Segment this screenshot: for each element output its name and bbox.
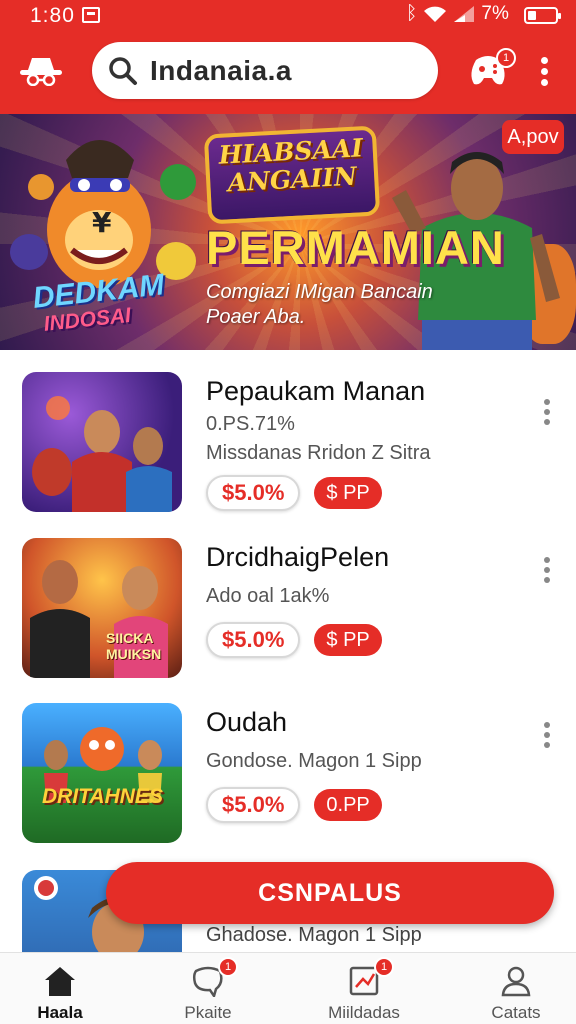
game-list-item[interactable]: DRITAHNES Oudah Gondose. Magon 1 Sipp $5… <box>0 703 576 853</box>
game-thumbnail[interactable]: SIICKA MUIKSN <box>22 538 182 678</box>
game-title: Oudah <box>206 707 288 737</box>
nav-item-tasks[interactable]: 1 Miildadas <box>304 953 424 1024</box>
play-tag-button[interactable]: $ PP <box>314 624 382 656</box>
primary-action-button[interactable]: CSNPALUS <box>106 862 554 924</box>
nav-item-chat[interactable]: 1 Pkaite <box>148 953 268 1024</box>
nav-label: Miildadas <box>328 1003 400 1022</box>
gamepad-button[interactable]: 1 <box>468 48 516 88</box>
game-list-item[interactable]: Pepaukam Manan 0.PS.71% Missdanas Rridon… <box>0 372 576 522</box>
wifi-icon <box>424 6 447 22</box>
game-title: DrcidhaigPelen <box>206 542 390 572</box>
nav-label: Haala <box>37 1003 83 1022</box>
play-tag-button[interactable]: $ PP <box>314 477 382 509</box>
thumbnail-text: DRITAHNES <box>42 785 163 808</box>
app-header: 1:80 ᛒ 7% Indanaia.a 1 <box>0 0 576 114</box>
nav-label: Pkaite <box>184 1003 232 1022</box>
incognito-hat-icon[interactable] <box>20 56 62 86</box>
search-input[interactable]: Indanaia.a <box>150 55 292 87</box>
game-description: Missdanas Rridon Z Sitra <box>206 442 431 464</box>
game-meta: 0.PS.71% <box>206 413 295 435</box>
candy-decoration <box>10 234 48 270</box>
more-options-icon[interactable] <box>540 719 554 753</box>
battery-percent: 7% <box>481 3 509 24</box>
banner-badge[interactable]: A,pov <box>502 120 564 154</box>
game-info: Ghadose. Magon 1 Sipp <box>206 924 422 947</box>
game-list-item[interactable]: SIICKA MUIKSN DrcidhaigPelen Ado oal 1ak… <box>0 538 576 688</box>
status-icons: ᛒ 7% <box>406 3 509 25</box>
bluetooth-icon: ᛒ <box>406 3 418 24</box>
notification-badge: 1 <box>374 957 394 977</box>
price-button[interactable]: $5.0% <box>206 622 301 658</box>
signal-icon <box>454 6 475 22</box>
svg-text:¥: ¥ <box>92 206 112 239</box>
game-art <box>32 396 172 512</box>
game-meta: Ghadose. Magon 1 Sipp <box>206 924 422 946</box>
notification-badge: 1 <box>218 957 238 977</box>
status-bar: 1:80 ᛒ 7% <box>0 0 576 32</box>
nav-item-profile[interactable]: Catats <box>456 953 576 1024</box>
nav-label: Catats <box>491 1003 541 1022</box>
bottom-navigation: Haala 1 Pkaite 1 Miildadas Catats <box>0 952 576 1024</box>
nav-item-home[interactable]: Haala <box>0 953 120 1024</box>
more-options-icon[interactable] <box>540 554 554 588</box>
banner-sign-text: HIABSAAI ANGAIIN <box>217 133 364 198</box>
profile-icon <box>501 966 531 997</box>
notification-icon <box>82 7 100 23</box>
price-button[interactable]: $5.0% <box>206 475 301 511</box>
banner-sign: HIABSAAI ANGAIIN <box>203 125 381 225</box>
notification-badge: 1 <box>496 48 516 68</box>
play-tag-button[interactable]: 0.PP <box>314 789 382 821</box>
battery-icon <box>524 7 561 24</box>
home-icon <box>45 967 75 996</box>
game-info: DrcidhaigPelen Ado oal 1ak% $5.0% $ PP <box>206 542 389 658</box>
game-title: Pepaukam Manan <box>206 376 426 406</box>
price-button[interactable]: $5.0% <box>206 787 301 823</box>
thumbnail-text: SIICKA MUIKSN <box>106 630 162 662</box>
status-time: 1:80 <box>30 4 75 27</box>
banner-subtitle: Comgiazi IMigan Bancain Poaer Aba. <box>206 281 433 328</box>
more-options-icon[interactable] <box>540 396 554 430</box>
overflow-menu-icon[interactable] <box>534 54 554 88</box>
search-bar[interactable]: Indanaia.a <box>92 42 438 99</box>
game-meta: Ado oal 1ak% <box>206 585 330 607</box>
game-art <box>44 727 162 803</box>
game-info: Pepaukam Manan 0.PS.71% Missdanas Rridon… <box>206 376 431 511</box>
game-meta: Gondose. Magon 1 Sipp <box>206 750 422 772</box>
game-thumbnail[interactable] <box>22 372 182 512</box>
search-icon <box>109 57 137 85</box>
banner-title: PERMAMIAN <box>206 221 505 274</box>
game-thumbnail[interactable]: DRITAHNES <box>22 703 182 843</box>
game-info: Oudah Gondose. Magon 1 Sipp $5.0% 0.PP <box>206 707 422 823</box>
